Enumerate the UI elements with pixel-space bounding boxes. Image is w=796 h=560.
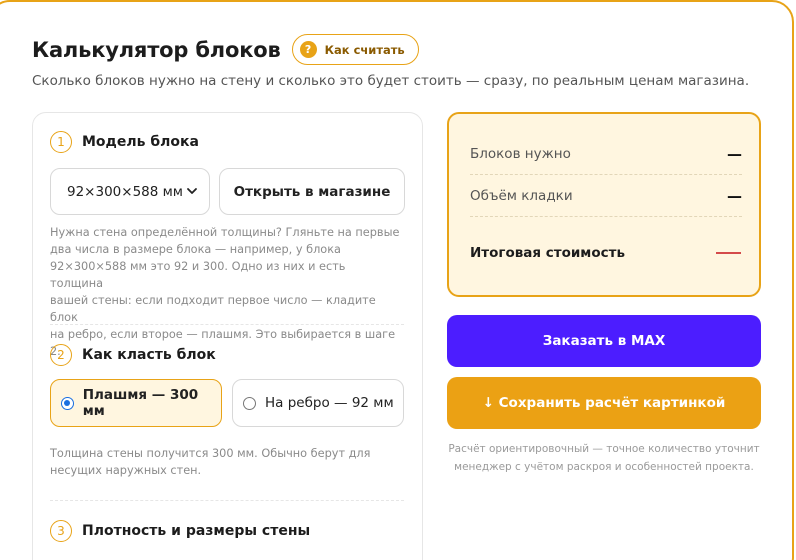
hint-line: вашей стены: если подходит первое число …: [50, 294, 376, 324]
total-cost-placeholder-dash: [716, 252, 741, 254]
how-to-calculate-label: Как считать: [324, 42, 405, 57]
step-title: Как класть блок: [82, 347, 216, 363]
step-number: 1: [50, 131, 72, 153]
header: Калькулятор блоков ? Как считать: [32, 34, 419, 65]
divider: [50, 500, 404, 501]
hint-line: Нужна стена определённой толщины? Гляньт…: [50, 226, 400, 239]
result-row-blocks: Блоков нужно —: [470, 145, 742, 163]
chevron-down-icon: [187, 188, 197, 194]
option-flat[interactable]: Плашмя — 300 мм: [50, 379, 222, 427]
note-line: менеджер с учётом раскроя и особенностей…: [454, 461, 754, 473]
order-in-max-label: Заказать в MAX: [542, 333, 666, 349]
open-in-shop-label: Открыть в магазине: [233, 183, 391, 200]
result-row-total: Итоговая стоимость: [470, 245, 742, 261]
page-title: Калькулятор блоков: [32, 37, 281, 62]
divider: [470, 174, 742, 175]
save-as-image-label: ↓ Сохранить расчёт картинкой: [482, 395, 726, 411]
option-flat-label: Плашмя — 300 мм: [82, 387, 199, 419]
step-1-header: 1 Модель блока: [50, 131, 199, 153]
step-number: 3: [50, 520, 72, 542]
step-1-hint: Нужна стена определённой толщины? Гляньт…: [50, 224, 402, 360]
hint-line: два числа в размере блока — например, у …: [50, 243, 341, 256]
volume-value: —: [727, 187, 742, 205]
save-as-image-button[interactable]: ↓ Сохранить расчёт картинкой: [447, 377, 761, 429]
calculator-form-card: 1 Модель блока 92×300×588 мм Открыть в м…: [32, 112, 423, 560]
hint-line: несущих наружных стен.: [50, 464, 202, 477]
option-edge[interactable]: На ребро — 92 мм: [232, 379, 404, 427]
blocks-needed-value: —: [727, 145, 742, 163]
blocks-needed-label: Блоков нужно: [470, 146, 571, 162]
order-in-max-button[interactable]: Заказать в MAX: [447, 315, 761, 367]
divider: [470, 216, 742, 217]
note-line: Расчёт ориентировочный — точное количест…: [448, 443, 760, 455]
result-card: Блоков нужно — Объём кладки — Итоговая с…: [447, 112, 761, 297]
radio-checked-icon: [61, 396, 74, 410]
how-to-calculate-button[interactable]: ? Как считать: [291, 34, 419, 65]
hint-line: 92×300×588 мм это 92 и 300. Одно из них …: [50, 260, 346, 290]
step-title: Модель блока: [82, 134, 199, 150]
question-icon: ?: [299, 41, 317, 58]
disclaimer-note: Расчёт ориентировочный — точное количест…: [447, 440, 761, 476]
divider: [50, 324, 404, 325]
page-subtitle: Сколько блоков нужно на стену и сколько …: [32, 73, 750, 89]
step-title: Плотность и размеры стены: [82, 523, 311, 539]
step-3-header: 3 Плотность и размеры стены: [50, 520, 310, 542]
open-in-shop-button[interactable]: Открыть в магазине: [219, 168, 405, 215]
step-2-hint: Толщина стены получится 300 мм. Обычно б…: [50, 445, 402, 479]
radio-unchecked-icon: [243, 396, 256, 410]
hint-line: Толщина стены получится 300 мм. Обычно б…: [50, 447, 371, 460]
total-cost-label: Итоговая стоимость: [470, 245, 625, 261]
step-2-header: 2 Как класть блок: [50, 344, 216, 366]
block-model-select[interactable]: 92×300×588 мм: [50, 168, 210, 215]
volume-label: Объём кладки: [470, 188, 573, 204]
option-edge-label: На ребро — 92 мм: [265, 395, 394, 411]
step-number: 2: [50, 344, 72, 366]
result-row-volume: Объём кладки —: [470, 187, 742, 205]
block-model-select-value: 92×300×588 мм: [67, 183, 183, 200]
